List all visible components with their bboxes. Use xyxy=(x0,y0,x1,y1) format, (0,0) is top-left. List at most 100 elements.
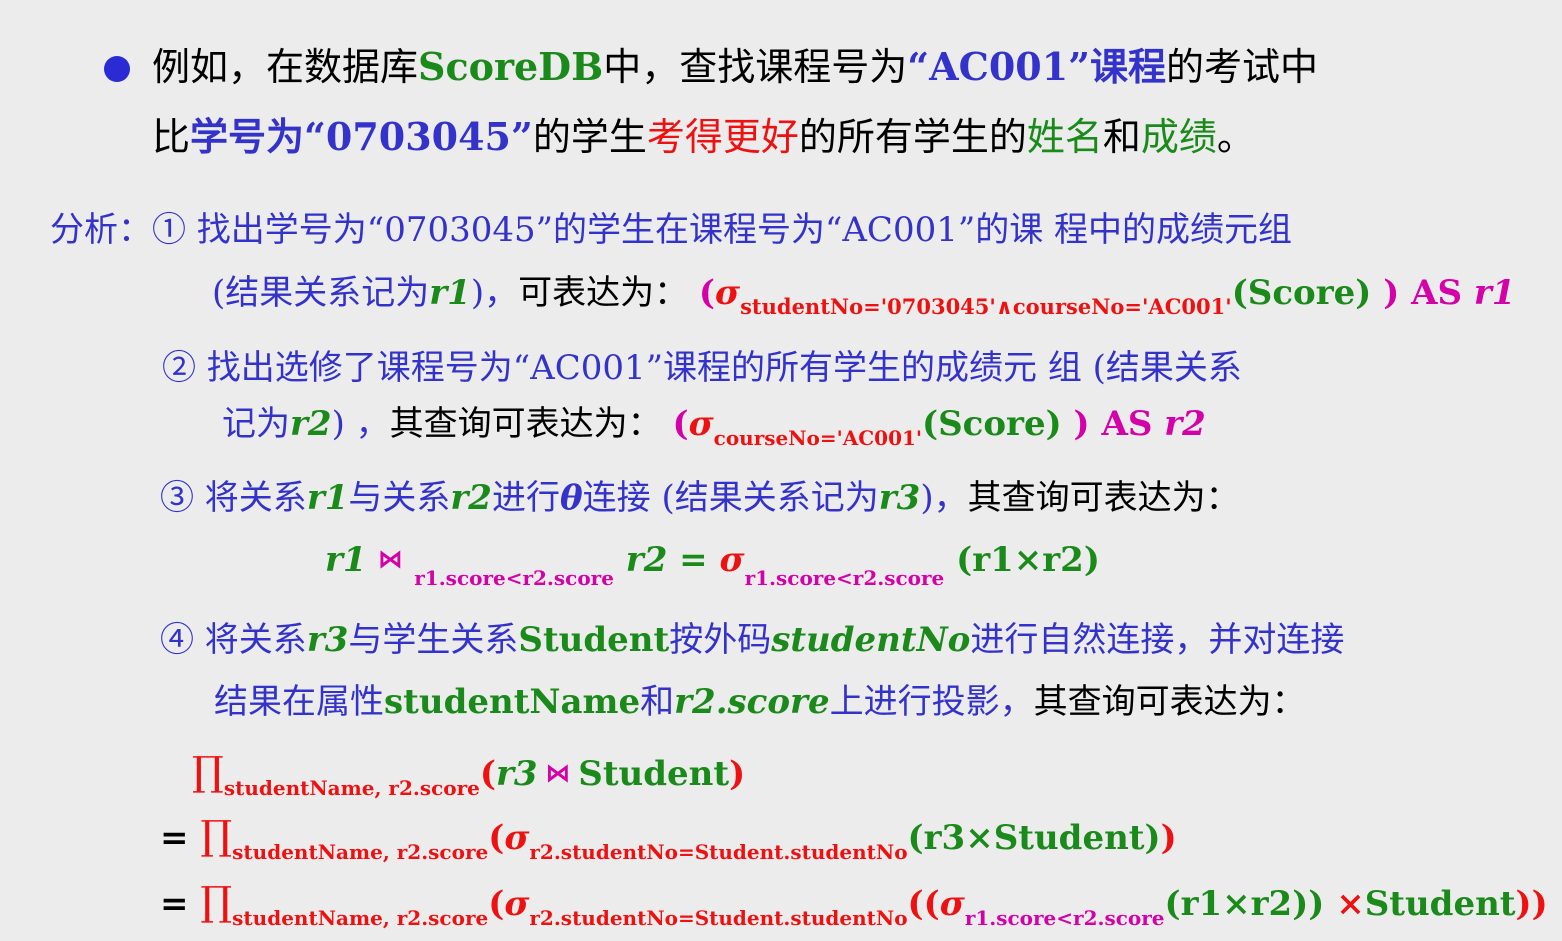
score-relation: (Score) xyxy=(922,404,1062,444)
cartesian-product: (r3×Student) xyxy=(907,818,1161,858)
step3-text: ③ 将关系 xyxy=(160,478,307,518)
step2-line-2: 记为r2) ，其查询可表达为： (σcourseNo='AC001'(Score… xyxy=(222,404,1206,450)
selection-condition: r1.score<r2.score xyxy=(964,906,1165,930)
cartesian-product: (r1×r2)) xyxy=(1164,884,1325,924)
step4-text: 进行自然连接，并对连接 xyxy=(970,620,1345,660)
join-condition: r2.studentNo=Student.studentNo xyxy=(529,906,908,930)
score-relation: (Score) xyxy=(1231,273,1372,313)
equals-sign: = xyxy=(160,884,201,924)
step4-text: 其查询可表达为： xyxy=(1033,682,1306,722)
step3-text: 进行 xyxy=(491,478,560,518)
step3-equation: r1 ⋈ r1.score<r2.score r2 = σr1.score<r2… xyxy=(325,540,1100,590)
bullet-dot xyxy=(104,56,130,82)
student-number-highlight: 学号为“0703045” xyxy=(190,114,533,159)
r2-label: r2 xyxy=(450,478,492,518)
step2-text: ) ， xyxy=(331,404,390,444)
step4-text: 和 xyxy=(640,682,675,722)
step3-text: )， xyxy=(920,478,968,518)
projection-attrs: studentName, r2.score xyxy=(232,906,489,930)
student-name-attr: studentName xyxy=(384,682,641,722)
formula-1: ∏studentName, r2.score(r3 ⋈ Student) xyxy=(192,748,745,800)
sigma-symbol: σ xyxy=(939,884,965,924)
sigma-symbol: σ xyxy=(719,540,745,580)
step1-text: )， xyxy=(470,273,519,313)
step1-line-2: (结果关系记为r1)，可表达为： (σstudentNo='0703045'∧c… xyxy=(212,273,1515,319)
sigma-symbol: σ xyxy=(715,273,741,313)
join-icon: ⋈ xyxy=(378,544,403,573)
step4-line-2: 结果在属性studentName和r2.score上进行投影，其查询可表达为： xyxy=(214,682,1306,723)
paren: ) xyxy=(1160,818,1177,858)
sigma-symbol: σ xyxy=(688,404,714,444)
intro-text: 例如，在数据库 xyxy=(152,45,419,89)
as-keyword: ) AS xyxy=(1371,273,1474,313)
r2-alias: r2 xyxy=(1164,404,1206,444)
step3-text: 连接 (结果关系记为 xyxy=(582,478,879,518)
intro-text: 的学生 xyxy=(532,115,647,159)
intro-text: 中，查找课程号为 xyxy=(603,45,908,89)
student-relation: Student xyxy=(518,620,670,660)
step3-line-1: ③ 将关系r1与关系r2进行θ连接 (结果关系记为r3)，其查询可表达为： xyxy=(160,478,1240,519)
selection-condition: studentNo='0703045'∧courseNo='AC001' xyxy=(740,294,1232,319)
intro-text: 和 xyxy=(1102,115,1141,159)
step4-text: 结果在属性 xyxy=(214,682,384,722)
projection-attrs: studentName, r2.score xyxy=(232,840,489,864)
paren: (( xyxy=(907,884,940,924)
paren: )) xyxy=(1515,884,1548,924)
formula-2: = ∏studentName, r2.score(σr2.studentNo=S… xyxy=(160,813,1177,864)
theta-symbol: θ xyxy=(559,478,583,518)
step2-text: 记为 xyxy=(222,404,290,444)
r1-label: r1 xyxy=(325,540,367,580)
equals-sign: = xyxy=(160,818,201,858)
step4-text: ④ 将关系 xyxy=(160,620,307,660)
r2-label: r2 xyxy=(290,404,332,444)
paren: ( xyxy=(672,404,689,444)
course-highlight: “AC001”课程 xyxy=(907,44,1166,89)
projection-attrs: studentName, r2.score xyxy=(223,776,480,800)
step3-text: 其查询可表达为： xyxy=(967,478,1240,518)
intro-text: 的所有学生的 xyxy=(798,115,1027,159)
db-name: ScoreDB xyxy=(418,44,604,89)
step2-text: ② 找出选修了课程号为“AC001”课程的所有学生的成绩元 组 (结果关系 xyxy=(162,348,1242,388)
student-relation: Student xyxy=(1364,884,1516,924)
step3-text: 与关系 xyxy=(348,478,451,518)
projection-symbol: ∏ xyxy=(192,749,224,795)
student-relation: Student xyxy=(578,754,730,794)
projection-symbol: ∏ xyxy=(200,879,233,925)
paren: ( xyxy=(479,754,496,794)
r2-score-attr: r2.score xyxy=(674,682,830,722)
r3-label: r3 xyxy=(306,620,349,660)
student-no-attr: studentNo xyxy=(771,620,971,660)
name-highlight: 姓名 xyxy=(1026,115,1103,159)
as-keyword: ) AS xyxy=(1061,404,1165,444)
join-condition: r1.score<r2.score xyxy=(414,566,614,590)
cartesian-product: (r1×r2) xyxy=(944,540,1100,580)
intro-text: 的考试中 xyxy=(1166,45,1319,89)
intro-line-2: 比学号为“0703045”的学生考得更好的所有学生的姓名和成绩。 xyxy=(152,114,1255,161)
step1-line-1: 分析：① 找出学号为“0703045”的学生在课程号为“AC001”的课 程中的… xyxy=(50,210,1292,251)
step4-text: 上进行投影， xyxy=(829,682,1034,722)
projection-symbol: ∏ xyxy=(200,813,233,859)
better-highlight: 考得更好 xyxy=(646,115,799,159)
selection-condition: r1.score<r2.score xyxy=(744,566,945,590)
sigma-symbol: σ xyxy=(504,818,530,858)
intro-text: 。 xyxy=(1216,115,1255,159)
times-symbol: × xyxy=(1324,884,1365,924)
paren: ( xyxy=(698,273,716,313)
step2-line-1: ② 找出选修了课程号为“AC001”课程的所有学生的成绩元 组 (结果关系 xyxy=(162,348,1242,389)
r1-label: r1 xyxy=(306,478,349,518)
step4-text: 与学生关系 xyxy=(348,620,519,660)
natural-join-icon: ⋈ xyxy=(537,758,579,787)
r1-label: r1 xyxy=(429,273,471,313)
intro-line-1: 例如，在数据库ScoreDB中，查找课程号为“AC001”课程的考试中 xyxy=(152,44,1318,91)
r2-label: r2 = xyxy=(613,540,720,580)
r3-label: r3 xyxy=(878,478,921,518)
r1-alias: r1 xyxy=(1473,273,1516,313)
intro-text: 比 xyxy=(152,115,191,159)
step1-text: (结果关系记为 xyxy=(212,273,430,313)
step4-line-1: ④ 将关系r3与学生关系Student按外码studentNo进行自然连接，并对… xyxy=(160,620,1344,661)
formula-3: = ∏studentName, r2.score(σr2.studentNo=S… xyxy=(160,879,1548,930)
join-condition: r2.studentNo=Student.studentNo xyxy=(529,840,908,864)
selection-condition: courseNo='AC001' xyxy=(713,426,923,450)
step1-text: 分析：① 找出学号为“0703045”的学生在课程号为“AC001”的课 程中的… xyxy=(50,210,1293,250)
paren: ) xyxy=(729,754,746,794)
